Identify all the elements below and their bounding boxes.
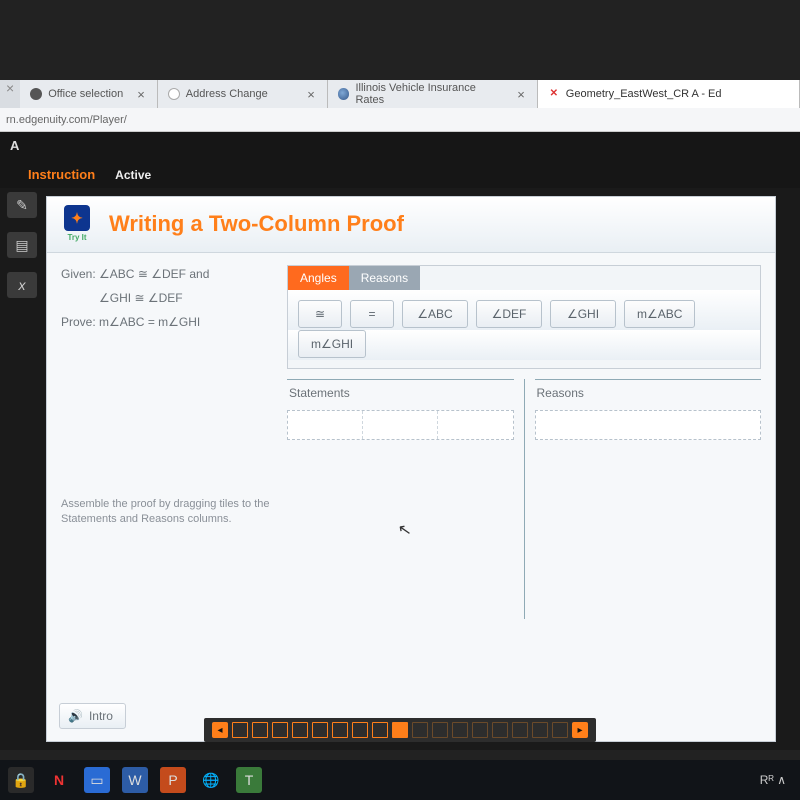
tile-angle-ghi[interactable]: ∠GHI xyxy=(550,300,616,328)
prove-text: Prove: m∠ABC = m∠GHI xyxy=(61,313,271,331)
progress-cell[interactable] xyxy=(512,722,528,738)
progress-cell[interactable] xyxy=(472,722,488,738)
tab-label: Illinois Vehicle Insurance Rates xyxy=(355,82,503,106)
progress-cell[interactable] xyxy=(492,722,508,738)
address-bar[interactable]: rn.edgenuity.com/Player/ xyxy=(0,108,800,132)
progress-cell[interactable] xyxy=(252,722,268,738)
pencil-icon[interactable] xyxy=(7,192,37,218)
progress-cell[interactable] xyxy=(332,722,348,738)
reasons-header: Reasons xyxy=(535,382,762,404)
system-tray[interactable]: Rᴿ ∧ xyxy=(760,773,792,787)
progress-cell[interactable] xyxy=(272,722,288,738)
progress-cell[interactable] xyxy=(352,722,368,738)
given-text-2: GHI DEF xyxy=(61,289,271,307)
tab-close-icon[interactable]: × xyxy=(515,87,527,102)
tab-geometry[interactable]: ✕ Geometry_EastWest_CR A - Ed xyxy=(538,80,800,108)
progress-cell-current[interactable] xyxy=(392,722,408,738)
nav-active[interactable]: Active xyxy=(115,168,151,188)
app-letter: A xyxy=(10,138,19,153)
tab-close-icon[interactable]: × xyxy=(305,87,317,102)
tab-label: Office selection xyxy=(48,88,123,100)
taskbar-icon[interactable]: 🌐 xyxy=(198,767,224,793)
card-title: Writing a Two-Column Proof xyxy=(109,211,404,237)
variable-icon[interactable] xyxy=(7,272,37,298)
speaker-icon xyxy=(68,709,83,723)
favicon-icon xyxy=(338,88,350,100)
prev-button[interactable]: ◂ xyxy=(212,722,228,738)
tile-palette: Angles Reasons ≅ = ∠ABC ∠DEF ∠GHI m∠ABC … xyxy=(287,265,761,369)
given-text: Given: ABC DEF and xyxy=(61,265,271,283)
tab-label: Address Change xyxy=(186,88,268,100)
tab-address[interactable]: Address Change × xyxy=(158,80,328,108)
progress-cell[interactable] xyxy=(552,722,568,738)
progress-cell[interactable] xyxy=(452,722,468,738)
tryit-icon: ✦ xyxy=(64,205,90,231)
progress-cell[interactable] xyxy=(372,722,388,738)
tile-angle-def[interactable]: ∠DEF xyxy=(476,300,542,328)
taskbar-icon[interactable]: N xyxy=(46,767,72,793)
progress-cell[interactable] xyxy=(232,722,248,738)
lesson-card: ✦ Try It Writing a Two-Column Proof Give… xyxy=(46,196,776,742)
calculator-icon[interactable] xyxy=(7,232,37,258)
tool-rail xyxy=(2,182,42,298)
progress-cell[interactable] xyxy=(312,722,328,738)
tile-mangle-ghi[interactable]: m∠GHI xyxy=(298,330,366,358)
tile-mangle-abc[interactable]: m∠ABC xyxy=(624,300,695,328)
reasons-dropzone[interactable] xyxy=(535,410,762,440)
statements-header: Statements xyxy=(287,382,514,404)
taskbar-icon[interactable]: W xyxy=(122,767,148,793)
tab-office[interactable]: Office selection × xyxy=(20,80,158,108)
intro-label: Intro xyxy=(89,709,113,723)
statements-dropzone[interactable] xyxy=(287,410,514,440)
tab-angles[interactable]: Angles xyxy=(288,266,349,290)
tile-equals[interactable]: = xyxy=(350,300,394,328)
taskbar-icon[interactable]: P xyxy=(160,767,186,793)
tab-close-icon[interactable]: × xyxy=(135,87,147,102)
tab-label: Geometry_EastWest_CR A - Ed xyxy=(566,88,722,100)
next-button[interactable]: ▸ xyxy=(572,722,588,738)
tile-angle-abc[interactable]: ∠ABC xyxy=(402,300,468,328)
windows-taskbar: 🔒 N ▭ W P 🌐 T Rᴿ ∧ xyxy=(0,760,800,800)
intro-button[interactable]: Intro xyxy=(59,703,126,729)
column-divider xyxy=(524,379,525,619)
browser-tabs: × Office selection × Address Change × Il… xyxy=(0,80,800,108)
progress-cell[interactable] xyxy=(412,722,428,738)
lesson-progress: ◂ ▸ xyxy=(204,718,596,742)
tab-reasons[interactable]: Reasons xyxy=(349,266,420,290)
tile-congruent[interactable]: ≅ xyxy=(298,300,342,328)
proof-table: Statements Reasons xyxy=(287,379,761,619)
taskbar-icon[interactable]: 🔒 xyxy=(8,767,34,793)
favicon-icon xyxy=(168,88,180,100)
taskbar-icon[interactable]: T xyxy=(236,767,262,793)
tryit-label: Try It xyxy=(67,233,86,242)
progress-cell[interactable] xyxy=(532,722,548,738)
url-text: rn.edgenuity.com/Player/ xyxy=(6,114,127,126)
progress-cell[interactable] xyxy=(292,722,308,738)
instructions-text: Assemble the proof by dragging tiles to … xyxy=(61,497,271,527)
taskbar-icon[interactable]: ▭ xyxy=(84,767,110,793)
close-icon[interactable]: × xyxy=(0,80,20,108)
tab-insurance[interactable]: Illinois Vehicle Insurance Rates × xyxy=(328,80,538,108)
favicon-icon: ✕ xyxy=(548,88,560,100)
progress-cell[interactable] xyxy=(432,722,448,738)
favicon-icon xyxy=(30,88,42,100)
